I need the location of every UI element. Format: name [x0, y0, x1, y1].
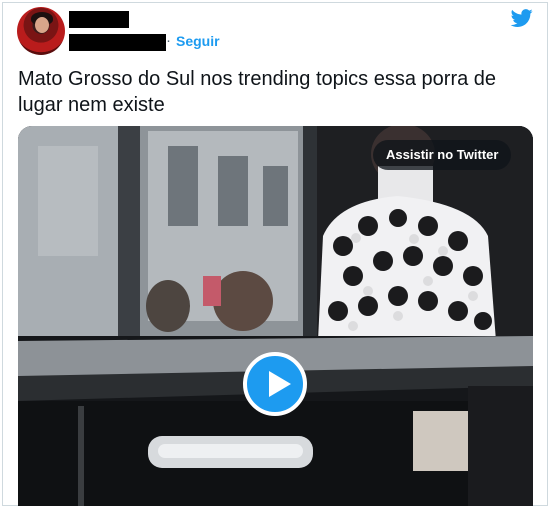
video-thumbnail[interactable] [18, 126, 533, 506]
follow-button[interactable]: Seguir [176, 33, 220, 49]
twitter-bird-icon[interactable] [510, 7, 534, 29]
redacted-username [69, 34, 166, 51]
play-icon [269, 371, 291, 397]
redacted-display-name [69, 11, 129, 28]
avatar-face [35, 17, 49, 33]
watch-on-twitter-button[interactable]: Assistir no Twitter [373, 140, 512, 170]
author-avatar[interactable] [17, 7, 65, 55]
play-button[interactable] [243, 352, 307, 416]
video-frame-image [18, 126, 533, 506]
separator-dot: · [166, 32, 171, 49]
tweet-text: Mato Grosso do Sul nos trending topics e… [18, 68, 497, 116]
